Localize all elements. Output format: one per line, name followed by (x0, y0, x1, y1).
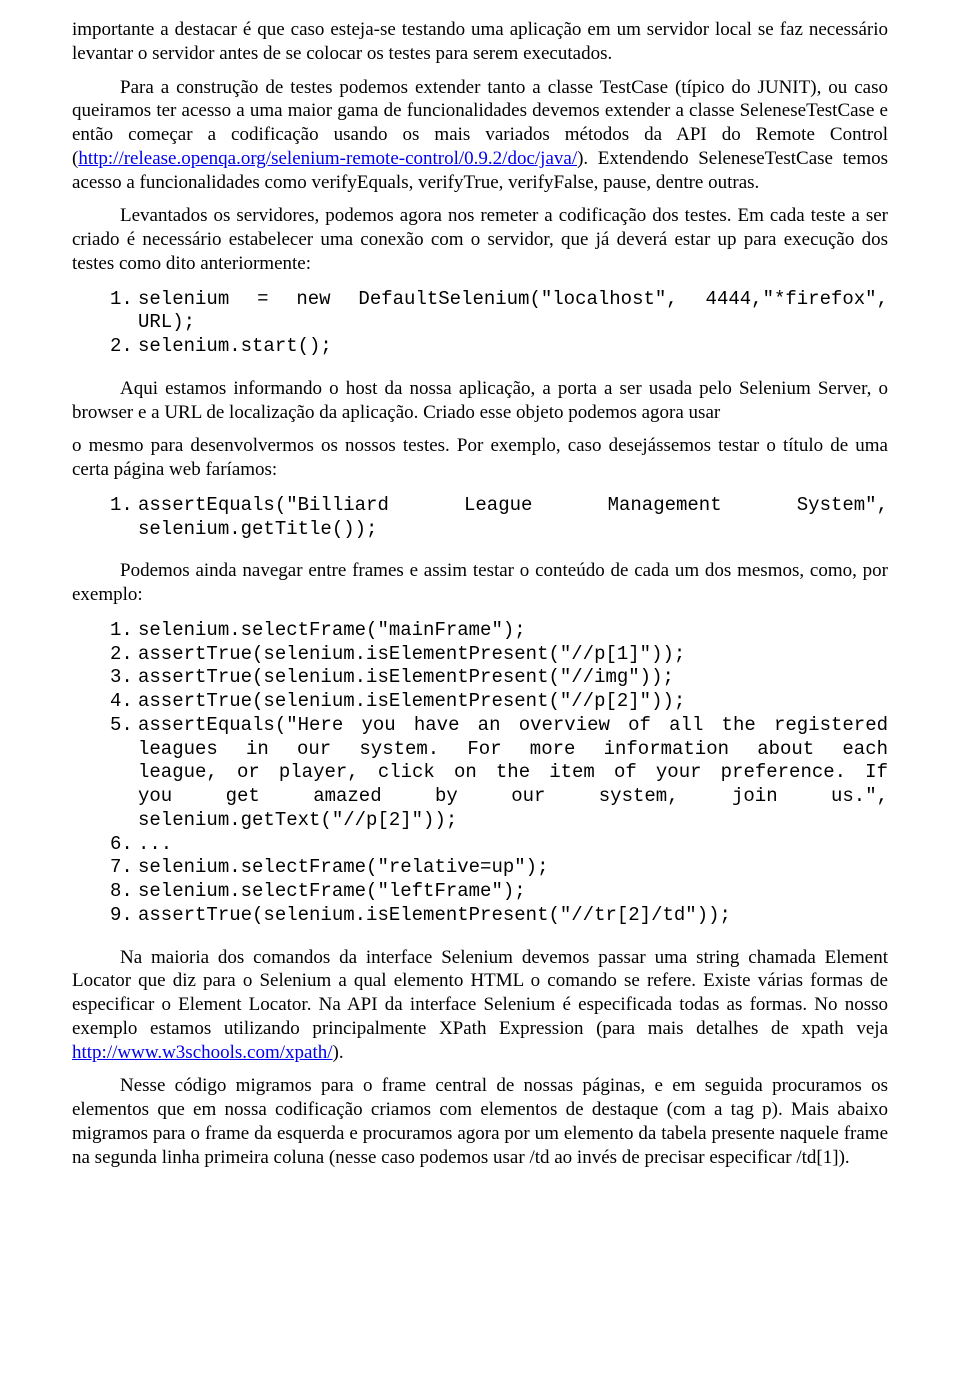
paragraph-text: ). (333, 1042, 344, 1063)
code-line: 1. selenium.selectFrame("mainFrame"); (110, 619, 888, 643)
code-text: assertEquals("Here you have an overview … (138, 714, 888, 738)
paragraph: Na maioria dos comandos da interface Sel… (72, 946, 888, 1065)
code-line-number: 7. (110, 856, 138, 880)
code-line: 1. selenium = new DefaultSelenium("local… (110, 288, 888, 312)
code-line: you get amazed by our system, join us.", (110, 785, 888, 809)
code-text: selenium.selectFrame("leftFrame"); (138, 880, 888, 904)
code-line: 1. assertEquals("Billiard League Managem… (110, 494, 888, 518)
document-page: importante a destacar é que caso esteja-… (0, 0, 960, 1387)
code-line: selenium.getTitle()); (110, 518, 888, 542)
code-text: assertTrue(selenium.isElementPresent("//… (138, 904, 888, 928)
code-text: selenium.getTitle()); (138, 518, 888, 542)
code-text: URL); (138, 311, 888, 335)
code-text: selenium.start(); (138, 335, 888, 359)
code-line-number: 5. (110, 714, 138, 738)
code-line: 9. assertTrue(selenium.isElementPresent(… (110, 904, 888, 928)
code-line: league, or player, click on the item of … (110, 761, 888, 785)
code-line-number: 2. (110, 643, 138, 667)
code-line: URL); (110, 311, 888, 335)
code-text: ... (138, 833, 888, 857)
code-line: leagues in our system. For more informat… (110, 738, 888, 762)
code-text: selenium.selectFrame("mainFrame"); (138, 619, 888, 643)
code-text: league, or player, click on the item of … (138, 761, 888, 785)
code-line-number: 1. (110, 494, 138, 518)
code-line: 5. assertEquals("Here you have an overvi… (110, 714, 888, 738)
code-text: assertTrue(selenium.isElementPresent("//… (138, 643, 888, 667)
code-text: assertTrue(selenium.isElementPresent("//… (138, 690, 888, 714)
xpath-tutorial-link[interactable]: http://www.w3schools.com/xpath/ (72, 1042, 333, 1063)
code-text: assertTrue(selenium.isElementPresent("//… (138, 666, 888, 690)
code-block-3: 1. selenium.selectFrame("mainFrame"); 2.… (110, 619, 888, 928)
paragraph: importante a destacar é que caso esteja-… (72, 18, 888, 66)
code-line-number: 9. (110, 904, 138, 928)
paragraph: Levantados os servidores, podemos agora … (72, 204, 888, 275)
code-text: selenium.selectFrame("relative=up"); (138, 856, 888, 880)
paragraph: Nesse código migramos para o frame centr… (72, 1074, 888, 1169)
code-line: 2. selenium.start(); (110, 335, 888, 359)
paragraph-text: Na maioria dos comandos da interface Sel… (72, 947, 888, 1039)
code-line: 8. selenium.selectFrame("leftFrame"); (110, 880, 888, 904)
code-line: 4. assertTrue(selenium.isElementPresent(… (110, 690, 888, 714)
code-line: 7. selenium.selectFrame("relative=up"); (110, 856, 888, 880)
code-line: 3. assertTrue(selenium.isElementPresent(… (110, 666, 888, 690)
code-block-2: 1. assertEquals("Billiard League Managem… (110, 494, 888, 542)
code-text: selenium = new DefaultSelenium("localhos… (138, 288, 888, 312)
code-block-1: 1. selenium = new DefaultSelenium("local… (110, 288, 888, 359)
code-line-number: 8. (110, 880, 138, 904)
code-line-number: 1. (110, 619, 138, 643)
code-line-number: 4. (110, 690, 138, 714)
code-text: assertEquals("Billiard League Management… (138, 494, 888, 518)
paragraph: Podemos ainda navegar entre frames e ass… (72, 559, 888, 607)
paragraph: o mesmo para desenvolvermos os nossos te… (72, 434, 888, 482)
code-line-number: 2. (110, 335, 138, 359)
paragraph: Para a construção de testes podemos exte… (72, 76, 888, 195)
code-text: selenium.getText("//p[2]")); (138, 809, 888, 833)
code-line: selenium.getText("//p[2]")); (110, 809, 888, 833)
code-line: 6. ... (110, 833, 888, 857)
code-text: you get amazed by our system, join us.", (138, 785, 888, 809)
code-line-number: 1. (110, 288, 138, 312)
code-line-number: 6. (110, 833, 138, 857)
code-line-number: 3. (110, 666, 138, 690)
paragraph: Aqui estamos informando o host da nossa … (72, 377, 888, 425)
code-text: leagues in our system. For more informat… (138, 738, 888, 762)
api-doc-link[interactable]: http://release.openqa.org/selenium-remot… (78, 148, 577, 169)
code-line: 2. assertTrue(selenium.isElementPresent(… (110, 643, 888, 667)
